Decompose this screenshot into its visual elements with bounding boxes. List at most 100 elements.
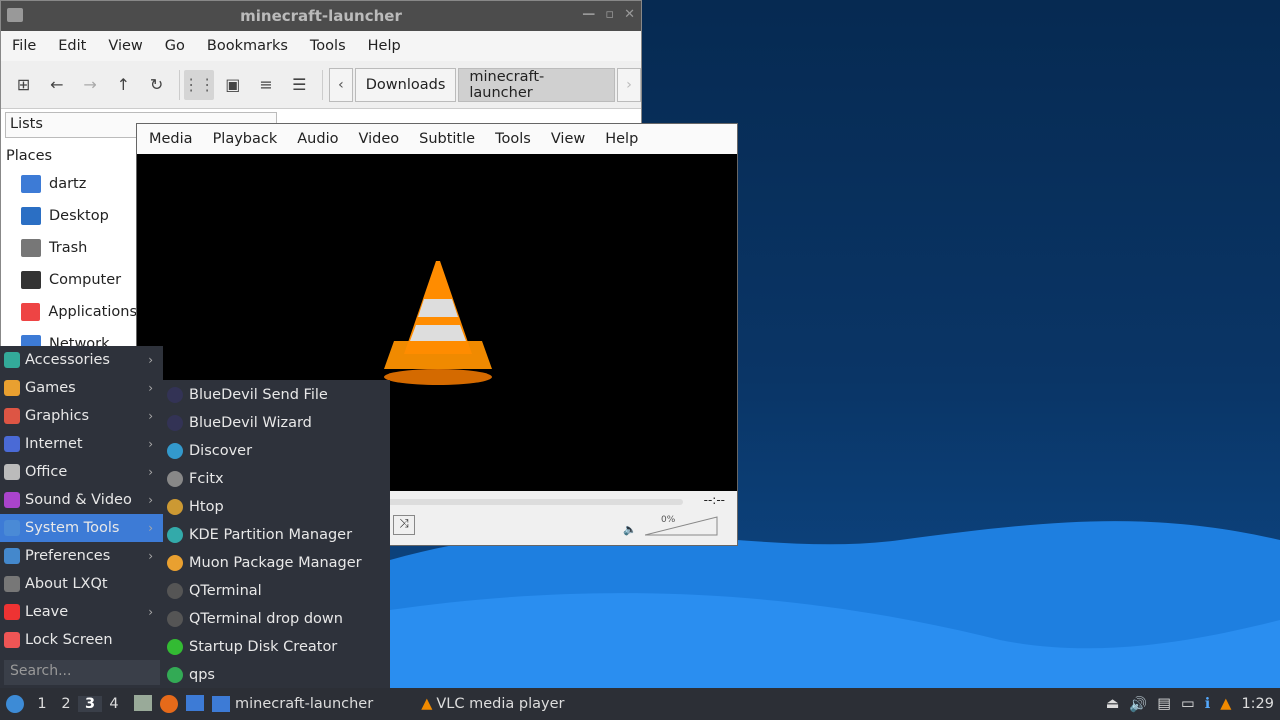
submenu-item-htop[interactable]: Htop xyxy=(163,493,390,521)
menu-item-sound-video[interactable]: Sound & Video › xyxy=(0,486,163,514)
vlc-menu-video[interactable]: Video xyxy=(348,131,409,147)
menu-item-label: Office xyxy=(25,464,68,480)
menu-item-office[interactable]: Office › xyxy=(0,458,163,486)
minimize-icon[interactable]: — xyxy=(582,7,595,22)
menu-edit[interactable]: Edit xyxy=(47,38,97,54)
menu-item-label: Accessories xyxy=(25,352,110,368)
task-button-file-manager[interactable]: minecraft-launcher xyxy=(212,696,373,712)
submenu-item-label: Fcitx xyxy=(189,471,224,487)
menu-item-label: Games xyxy=(25,380,76,396)
forward-icon[interactable]: → xyxy=(76,70,105,100)
clock[interactable]: 1:29 xyxy=(1241,696,1274,712)
place-applications[interactable]: Applications xyxy=(1,296,137,328)
maximize-icon[interactable]: ▫ xyxy=(605,7,614,22)
submenu-item-qterminal[interactable]: QTerminal xyxy=(163,577,390,605)
vlc-menu-media[interactable]: Media xyxy=(139,131,203,147)
office-icon xyxy=(4,464,20,480)
menu-item-accessories[interactable]: Accessories › xyxy=(0,346,163,374)
menu-bookmarks[interactable]: Bookmarks xyxy=(196,38,299,54)
removable-media-icon[interactable]: ⏏ xyxy=(1106,696,1120,712)
start-menu-icon[interactable] xyxy=(0,695,30,713)
update-notifier-icon[interactable]: ℹ xyxy=(1205,696,1211,712)
vlc-menu-playback[interactable]: Playback xyxy=(203,131,288,147)
submenu-item-qterminal-drop-down[interactable]: QTerminal drop down xyxy=(163,605,390,633)
network-icon[interactable]: ▭ xyxy=(1181,696,1195,712)
menu-go[interactable]: Go xyxy=(154,38,196,54)
system-tools-submenu: BlueDevil Send File BlueDevil Wizard Disco… xyxy=(163,380,390,688)
submenu-item-kde-partition-manager[interactable]: KDE Partition Manager xyxy=(163,521,390,549)
qterminal-icon xyxy=(167,583,183,599)
menu-item-label: Lock Screen xyxy=(25,632,113,648)
submenu-item-qps[interactable]: qps xyxy=(163,661,390,689)
compact-view-icon[interactable]: ≡ xyxy=(251,70,280,100)
menu-item-graphics[interactable]: Graphics › xyxy=(0,402,163,430)
submenu-item-startup-disk-creator[interactable]: Startup Disk Creator xyxy=(163,633,390,661)
submenu-item-muon-package-manager[interactable]: Muon Package Manager xyxy=(163,549,390,577)
menu-item-games[interactable]: Games › xyxy=(0,374,163,402)
detail-view-icon[interactable]: ☰ xyxy=(285,70,314,100)
workspace-3[interactable]: 3 xyxy=(78,696,102,712)
place-label: Trash xyxy=(49,240,88,256)
volume-slider[interactable] xyxy=(645,515,719,537)
submenu-item-bluedevil-wizard[interactable]: BlueDevil Wizard xyxy=(163,409,390,437)
crumb-right-icon[interactable]: › xyxy=(617,67,641,102)
firefox-icon[interactable] xyxy=(160,695,178,713)
files-launcher-icon[interactable] xyxy=(134,695,152,711)
menu-tools[interactable]: Tools xyxy=(299,38,357,54)
clipboard-icon[interactable]: ▤ xyxy=(1157,696,1171,712)
vlc-menu-tools[interactable]: Tools xyxy=(485,131,541,147)
workspace-2[interactable]: 2 xyxy=(54,696,78,712)
vlc-menu-audio[interactable]: Audio xyxy=(287,131,348,147)
new-tab-icon[interactable]: ⊞ xyxy=(9,70,38,100)
icon-view-icon[interactable]: ⋮⋮ xyxy=(183,69,215,100)
menu-search-input[interactable]: Search... xyxy=(4,660,160,685)
window-titlebar[interactable]: minecraft-launcher — ▫ ✕ xyxy=(1,1,641,31)
thumbnail-view-icon[interactable]: ▣ xyxy=(218,70,247,100)
vlc-menu-help[interactable]: Help xyxy=(595,131,648,147)
place-desktop[interactable]: Desktop xyxy=(1,200,137,232)
menu-item-preferences[interactable]: Preferences › xyxy=(0,542,163,570)
task-button-vlc[interactable]: ▲ VLC media player xyxy=(421,696,564,712)
qterminal-drop-down-icon xyxy=(167,611,183,627)
menu-item-label: Sound & Video xyxy=(25,492,132,508)
submenu-item-fcitx[interactable]: Fcitx xyxy=(163,465,390,493)
place-trash[interactable]: Trash xyxy=(1,232,137,264)
vlc-menu-view[interactable]: View xyxy=(541,131,595,147)
menu-item-internet[interactable]: Internet › xyxy=(0,430,163,458)
close-icon[interactable]: ✕ xyxy=(624,7,635,22)
place-computer[interactable]: Computer xyxy=(1,264,137,296)
shuffle-icon[interactable]: ⤨ xyxy=(393,515,415,535)
vlc-cone-icon xyxy=(384,261,492,385)
back-icon[interactable]: ← xyxy=(42,70,71,100)
side-pane: Lists Places dartz Desktop Trash Computer Ap… xyxy=(1,109,277,361)
crumb-current[interactable]: minecraft-launcher xyxy=(458,67,616,102)
vlc-tray-icon[interactable]: ▲ xyxy=(1220,696,1231,712)
menu-item-about-lxqt[interactable]: About LXQt xyxy=(0,570,163,598)
submenu-item-bluedevil-send-file[interactable]: BlueDevil Send File xyxy=(163,381,390,409)
crumb-downloads[interactable]: Downloads xyxy=(354,67,457,102)
menu-item-system-tools[interactable]: System Tools › xyxy=(0,514,163,542)
volume-icon[interactable]: 🔊 xyxy=(1129,696,1147,713)
menu-bar: File Edit View Go Bookmarks Tools Help xyxy=(1,31,641,61)
menu-help[interactable]: Help xyxy=(357,38,412,54)
up-icon[interactable]: ↑ xyxy=(109,70,138,100)
workspace-4[interactable]: 4 xyxy=(102,696,126,712)
desktop-launcher-icon[interactable] xyxy=(186,695,204,711)
crumb-left-icon[interactable]: ‹ xyxy=(328,67,353,102)
reload-icon[interactable]: ↻ xyxy=(142,70,171,100)
games-icon xyxy=(4,380,20,396)
seek-slider[interactable] xyxy=(387,499,683,505)
menu-view[interactable]: View xyxy=(97,38,153,54)
chevron-right-icon: › xyxy=(148,353,153,367)
place-dartz[interactable]: dartz xyxy=(1,168,137,200)
lock-screen-icon xyxy=(4,632,20,648)
workspace-1[interactable]: 1 xyxy=(30,696,54,712)
places-header: Places xyxy=(6,148,53,164)
vlc-menu-subtitle[interactable]: Subtitle xyxy=(409,131,485,147)
menu-file[interactable]: File xyxy=(1,38,47,54)
volume-label: 0% xyxy=(661,515,676,525)
menu-item-lock-screen[interactable]: Lock Screen xyxy=(0,626,163,654)
menu-item-leave[interactable]: Leave › xyxy=(0,598,163,626)
speaker-icon[interactable]: 🔈 xyxy=(623,523,637,536)
submenu-item-discover[interactable]: Discover xyxy=(163,437,390,465)
